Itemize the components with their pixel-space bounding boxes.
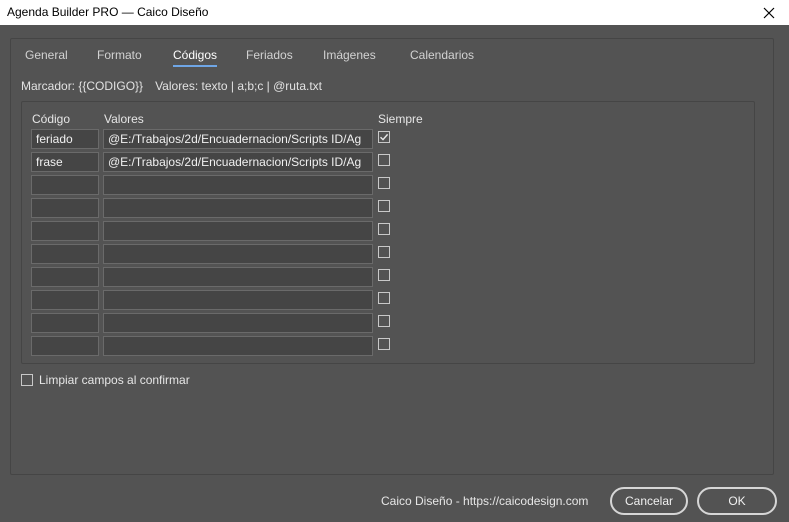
code-input[interactable]: frase: [31, 152, 99, 172]
code-input[interactable]: [31, 198, 99, 218]
code-input[interactable]: [31, 336, 99, 356]
table-row: frase @E:/Trabajos/2d/Encuadernacion/Scri…: [22, 152, 754, 172]
value-input[interactable]: [103, 336, 373, 356]
column-header-values: Valores: [104, 112, 144, 126]
always-checkbox[interactable]: [378, 338, 390, 350]
always-checkbox[interactable]: [378, 177, 390, 189]
table-row: [22, 313, 754, 333]
clear-fields-label: Limpiar campos al confirmar: [39, 373, 190, 387]
column-header-code: Código: [32, 112, 71, 126]
table-row: [22, 198, 754, 218]
code-input[interactable]: [31, 267, 99, 287]
always-checkbox[interactable]: [378, 315, 390, 327]
value-input[interactable]: [103, 313, 373, 333]
table-row: [22, 244, 754, 264]
code-input[interactable]: feriado: [31, 129, 99, 149]
code-input[interactable]: [31, 175, 99, 195]
code-input[interactable]: [31, 244, 99, 264]
value-input[interactable]: [103, 175, 373, 195]
value-input[interactable]: [103, 244, 373, 264]
always-checkbox[interactable]: [378, 246, 390, 258]
always-checkbox[interactable]: [378, 131, 390, 143]
tab-imagenes[interactable]: Imágenes: [323, 48, 376, 62]
cancel-button[interactable]: Cancelar: [610, 487, 688, 515]
tab-calendarios[interactable]: Calendarios: [410, 48, 474, 62]
title-bar: Agenda Builder PRO — Caico Diseño: [0, 0, 789, 25]
always-checkbox[interactable]: [378, 200, 390, 212]
always-checkbox[interactable]: [378, 269, 390, 281]
window-title: Agenda Builder PRO — Caico Diseño: [7, 5, 209, 19]
credit-link[interactable]: Caico Diseño - https://caicodesign.com: [381, 494, 588, 508]
main-panel: General Formato Códigos Feriados Imágene…: [10, 38, 774, 475]
ok-button[interactable]: OK: [697, 487, 777, 515]
close-button[interactable]: [749, 0, 789, 25]
checkmark-icon: [380, 133, 389, 141]
clear-fields-option[interactable]: Limpiar campos al confirmar: [21, 372, 190, 388]
code-input[interactable]: [31, 313, 99, 333]
value-input[interactable]: [103, 267, 373, 287]
table-row: feriado @E:/Trabajos/2d/Encuadernacion/Sc…: [22, 129, 754, 149]
tab-feriados[interactable]: Feriados: [246, 48, 293, 62]
always-checkbox[interactable]: [378, 292, 390, 304]
value-input[interactable]: [103, 290, 373, 310]
code-input[interactable]: [31, 290, 99, 310]
table-row: [22, 290, 754, 310]
tab-codigos[interactable]: Códigos: [173, 48, 218, 67]
close-icon: [763, 7, 775, 18]
tab-bar: General Formato Códigos Feriados Imágene…: [11, 39, 773, 69]
tab-formato[interactable]: Formato: [97, 48, 142, 62]
value-input[interactable]: @E:/Trabajos/2d/Encuadernacion/Scripts I…: [103, 152, 373, 172]
marker-text: Marcador: {{CODIGO}}: [21, 79, 144, 93]
always-checkbox[interactable]: [378, 154, 390, 166]
column-header-always: Siempre: [378, 112, 423, 126]
value-input[interactable]: [103, 221, 373, 241]
clear-fields-checkbox[interactable]: [21, 374, 33, 386]
marker-hint: Marcador: {{CODIGO}} Valores: texto | a;b…: [21, 79, 322, 93]
table-row: [22, 336, 754, 356]
value-input[interactable]: @E:/Trabajos/2d/Encuadernacion/Scripts I…: [103, 129, 373, 149]
codes-table: Código Valores Siempre feriado @E:/Trabaj…: [21, 101, 755, 364]
tab-general[interactable]: General: [25, 48, 68, 62]
always-checkbox[interactable]: [378, 223, 390, 235]
table-row: [22, 175, 754, 195]
table-row: [22, 267, 754, 287]
values-format-text: Valores: texto | a;b;c | @ruta.txt: [155, 79, 322, 93]
value-input[interactable]: [103, 198, 373, 218]
table-row: [22, 221, 754, 241]
code-input[interactable]: [31, 221, 99, 241]
